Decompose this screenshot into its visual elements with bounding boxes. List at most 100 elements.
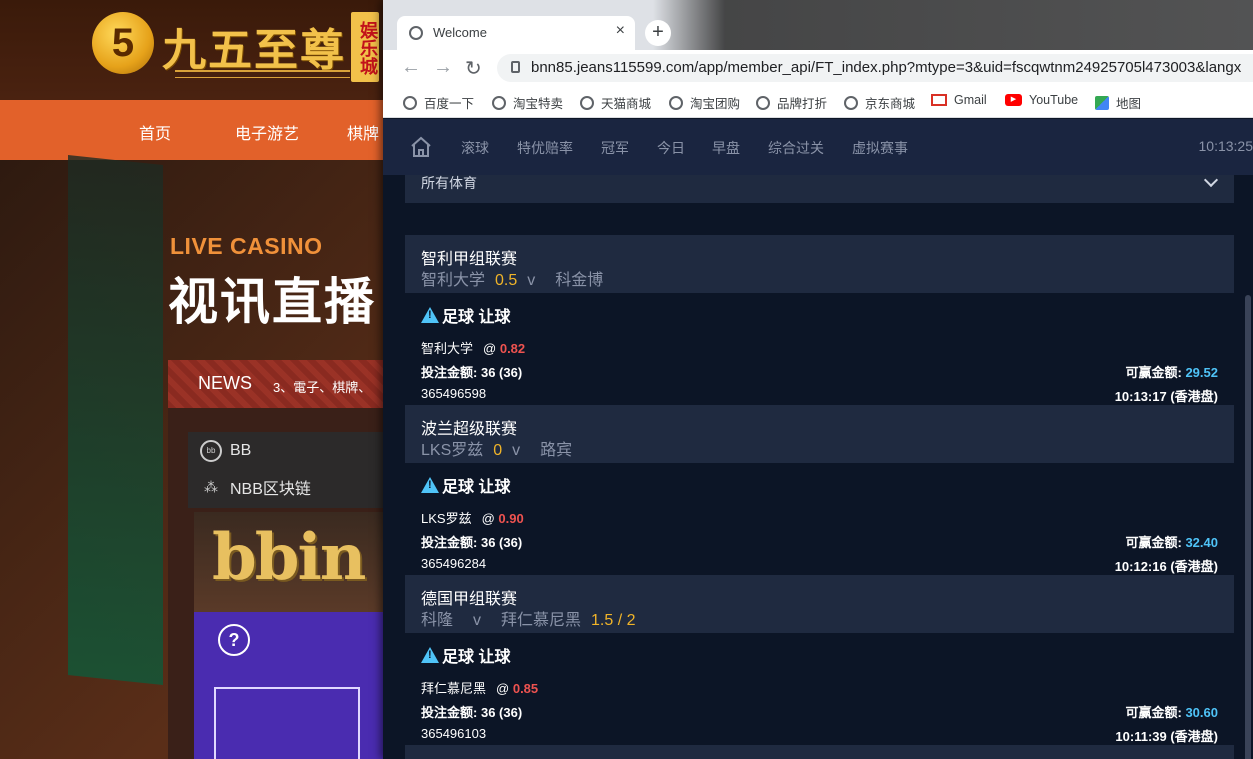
back-button[interactable]: ← (401, 56, 421, 79)
tab-parlay[interactable]: 综合过关 (768, 138, 824, 158)
bet-type: 足球 让球 (421, 303, 510, 327)
handicap: 1.5 / 2 (591, 612, 636, 629)
game-provider-label: NBB区块链 (230, 481, 311, 498)
browser-toolbar: ← → ↻ bnn85.jeans115599.com/app/member_a… (383, 50, 1253, 86)
bookmark-label: 京东商城 (865, 97, 916, 111)
bet-record-partial (405, 745, 1234, 759)
globe-icon (403, 95, 417, 110)
globe-icon (844, 95, 858, 110)
bet-header: 德国甲组联赛 科隆 v 拜仁慕尼黑 1.5 / 2 (405, 575, 1234, 633)
globe-icon (492, 95, 506, 110)
stake-label: 投注金额: (421, 535, 478, 550)
bet-record: 波兰超级联赛 LKS罗兹0v路宾 足球 让球 LKS罗兹@ 0.90 投注金额:… (405, 405, 1234, 575)
tab-in-play[interactable]: 滚球 (461, 138, 489, 158)
tab-special-odds[interactable]: 特优赔率 (517, 138, 573, 158)
site-nav-slots[interactable]: 电子游艺 (235, 120, 299, 144)
vs-label: v (527, 272, 536, 289)
close-icon[interactable]: × (616, 22, 625, 40)
bookmark-taobao-sale[interactable]: 淘宝特卖 (492, 93, 563, 112)
home-icon[interactable] (409, 135, 433, 159)
bet-pick: 智利大学 @ 0.82 (421, 338, 525, 357)
url-text: bnn85.jeans115599.com/app/member_api/FT_… (531, 59, 1242, 76)
odds-value: 0.85 (512, 681, 539, 696)
bookmark-gmail[interactable]: Gmail (931, 93, 987, 107)
bookmarks-bar: 百度一下 淘宝特卖 天猫商城 淘宝团购 品牌打折 京东商城 Gmail ▶ You… (383, 86, 1253, 118)
match-teams: 科隆 v 拜仁慕尼黑 1.5 / 2 (421, 606, 646, 630)
app-nav: 滚球 特优赔率 冠军 今日 早盘 综合过关 虚拟赛事 10:13:25 (383, 119, 1253, 175)
tab-virtual[interactable]: 虚拟赛事 (852, 138, 908, 158)
help-icon[interactable]: ? (218, 624, 250, 656)
bet-type-label: 足球 让球 (442, 479, 511, 496)
chip-icon: bb (200, 440, 222, 462)
globe-icon (409, 26, 423, 40)
home-team: LKS罗兹 (421, 442, 484, 459)
bookmark-jd[interactable]: 京东商城 (844, 93, 915, 112)
reload-button[interactable]: ↻ (465, 56, 482, 81)
stake-label: 投注金额: (421, 365, 478, 380)
win-value: 32.40 (1185, 535, 1218, 550)
stake-value: 36 (36) (480, 705, 523, 720)
new-tab-button[interactable]: + (645, 20, 671, 46)
ticket-id: 365496284 (421, 556, 487, 571)
tab-strip: Welcome × + (383, 0, 1253, 50)
win-label: 可赢金额: (1125, 535, 1182, 550)
stake-label: 投注金额: (421, 705, 478, 720)
forward-button[interactable]: → (433, 56, 453, 79)
bet-time: 10:11:39 (香港盘) (1115, 729, 1218, 744)
hero-decoration (68, 155, 163, 685)
chevron-down-icon (1203, 172, 1219, 188)
maps-icon (1095, 95, 1109, 110)
nodes-icon: ⁂ (204, 479, 218, 495)
bbin-promo[interactable]: bbin ? (194, 512, 388, 759)
odds-value: 0.82 (499, 341, 526, 356)
site-logo-icon: 5 (92, 12, 154, 74)
bookmark-tmall[interactable]: 天猫商城 (580, 93, 651, 112)
scrollbar[interactable] (1245, 295, 1251, 759)
tab-title: Welcome (433, 25, 487, 40)
tab-today[interactable]: 今日 (657, 138, 685, 158)
logo-ornament (175, 70, 350, 78)
tab-outright[interactable]: 冠军 (601, 138, 629, 158)
tab-welcome[interactable]: Welcome × (397, 16, 635, 50)
browser-window: Welcome × + ← → ↻ bnn85.jeans115599.com/… (383, 0, 1253, 759)
stake-value: 36 (36) (480, 535, 523, 550)
game-provider-bb[interactable]: bb BB (200, 440, 251, 462)
bookmark-baidu[interactable]: 百度一下 (403, 93, 474, 112)
odds-value: 0.90 (498, 511, 524, 526)
bookmark-taobao-group[interactable]: 淘宝团购 (669, 93, 740, 112)
vs-label: v (473, 612, 482, 629)
bet-details: 足球 让球 智利大学 @ 0.82 投注金额: 36 (36) 可赢金额: 29.… (405, 293, 1234, 405)
vs-label: v (512, 442, 521, 459)
site-nav-home[interactable]: 首页 (139, 120, 171, 144)
globe-icon (580, 95, 594, 110)
live-casino-label: LIVE CASINO (170, 233, 323, 259)
handicap: 0 (493, 442, 503, 459)
bookmark-youtube[interactable]: ▶ YouTube (1005, 93, 1078, 107)
live-title: 视讯直播 (168, 274, 376, 330)
match-teams: LKS罗兹 0 v 路宾 (421, 436, 572, 460)
site-logo-text: 九五至尊 (162, 25, 346, 76)
bookmark-brand-discount[interactable]: 品牌打折 (756, 93, 827, 112)
game-provider-nbb[interactable]: ⁂ NBB区块链 (200, 475, 311, 499)
warning-icon (421, 307, 439, 323)
globe-icon (669, 95, 683, 110)
win-label: 可赢金额: (1125, 705, 1182, 720)
tab-early[interactable]: 早盘 (712, 138, 740, 158)
youtube-icon: ▶ (1005, 94, 1022, 106)
gmail-icon (931, 94, 947, 106)
win-value: 29.52 (1185, 365, 1218, 380)
ticket-id: 365496103 (421, 726, 487, 741)
bookmark-label: Gmail (954, 93, 987, 107)
potential-win: 可赢金额: 29.52 (1125, 362, 1218, 381)
bet-time: 10:12:16 (香港盘) (1114, 559, 1218, 574)
sport-filter-dropdown[interactable]: 所有体育 (405, 172, 1234, 203)
address-bar[interactable]: bnn85.jeans115599.com/app/member_api/FT_… (497, 54, 1253, 82)
bookmark-maps[interactable]: 地图 (1095, 93, 1141, 112)
ticket-id: 365496598 (421, 386, 487, 401)
potential-win: 可赢金额: 30.60 (1125, 702, 1218, 721)
bet-header: 智利甲组联赛 智利大学 0.5 v 科金博 (405, 235, 1234, 293)
globe-icon (756, 95, 770, 110)
clock: 10:13:25 (1198, 138, 1253, 154)
sport-filter-label: 所有体育 (421, 175, 477, 191)
site-nav-cards[interactable]: 棋牌 (347, 120, 379, 144)
